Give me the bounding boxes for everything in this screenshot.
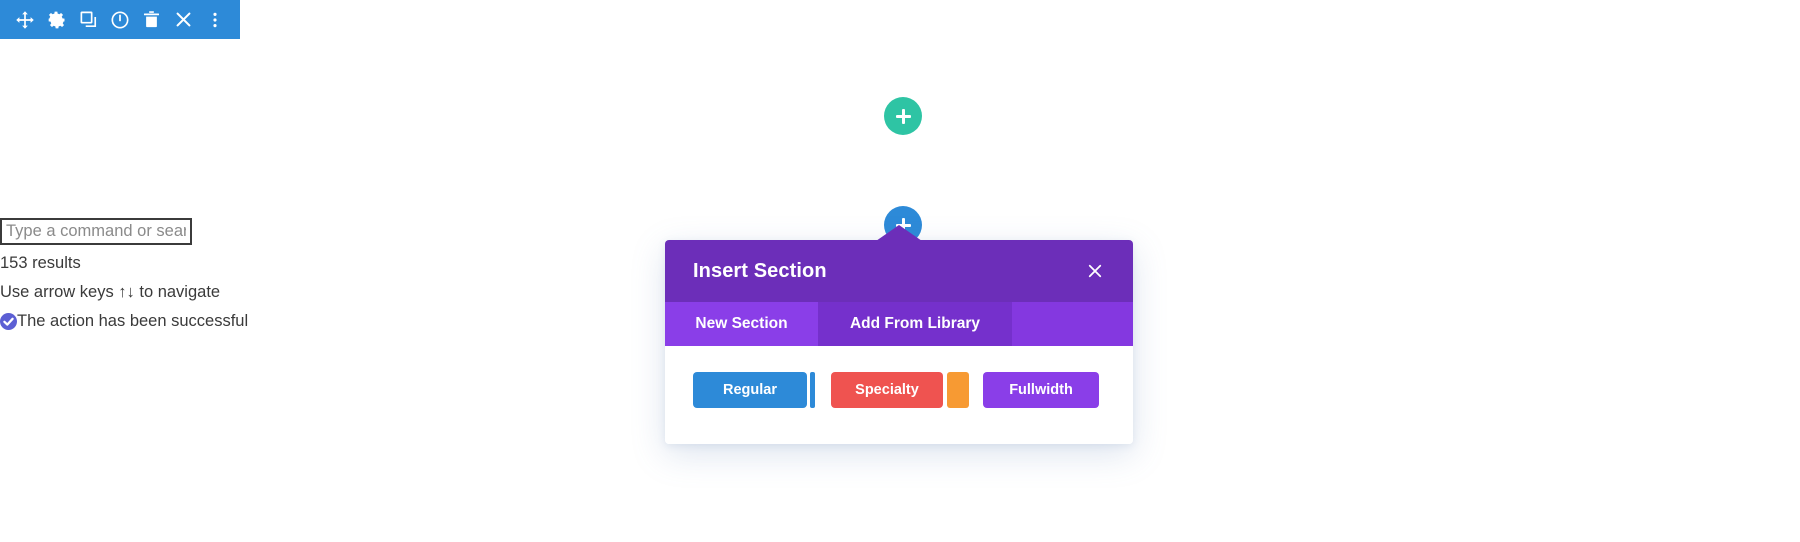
plus-icon: [895, 108, 911, 124]
add-row-button[interactable]: [884, 97, 922, 135]
power-icon[interactable]: [109, 9, 131, 31]
regular-section-button[interactable]: Regular: [693, 372, 807, 408]
regular-accent-bar: [810, 372, 815, 408]
modal-title: Insert Section: [693, 259, 827, 282]
fullwidth-section-button[interactable]: Fullwidth: [983, 372, 1099, 408]
modal-tabs: New Section Add From Library: [665, 302, 1133, 346]
modal-header: Insert Section: [665, 240, 1133, 302]
tab-new-section[interactable]: New Section: [665, 302, 818, 346]
section-type-row: Regular Specialty Fullwidth: [693, 372, 1105, 408]
close-icon[interactable]: [172, 9, 194, 31]
trash-icon[interactable]: [141, 9, 163, 31]
specialty-section-button[interactable]: Specialty: [831, 372, 943, 408]
tab-filler: [1012, 302, 1133, 346]
results-count: 153 results: [0, 254, 81, 272]
command-palette: 153 results Use arrow keys ↑↓ to navigat…: [0, 218, 300, 330]
builder-toolbar: [0, 0, 240, 39]
command-search-input[interactable]: [0, 218, 192, 245]
duplicate-icon[interactable]: [77, 9, 99, 31]
status-message-row: The action has been successful: [0, 312, 300, 330]
modal-close-button[interactable]: [1083, 259, 1107, 283]
tab-add-from-library[interactable]: Add From Library: [818, 302, 1012, 346]
modal-body: Regular Specialty Fullwidth: [665, 346, 1133, 444]
status-message-text: The action has been successful: [17, 312, 249, 331]
modal-pointer-arrow: [876, 225, 922, 241]
navigate-hint: Use arrow keys ↑↓ to navigate: [0, 283, 221, 302]
gear-icon[interactable]: [46, 9, 68, 31]
move-icon[interactable]: [14, 9, 36, 31]
insert-section-modal: Insert Section New Section Add From Libr…: [665, 225, 1133, 444]
specialty-accent-block: [947, 372, 969, 408]
check-circle-icon: [0, 312, 17, 330]
more-options-icon[interactable]: [204, 9, 226, 31]
